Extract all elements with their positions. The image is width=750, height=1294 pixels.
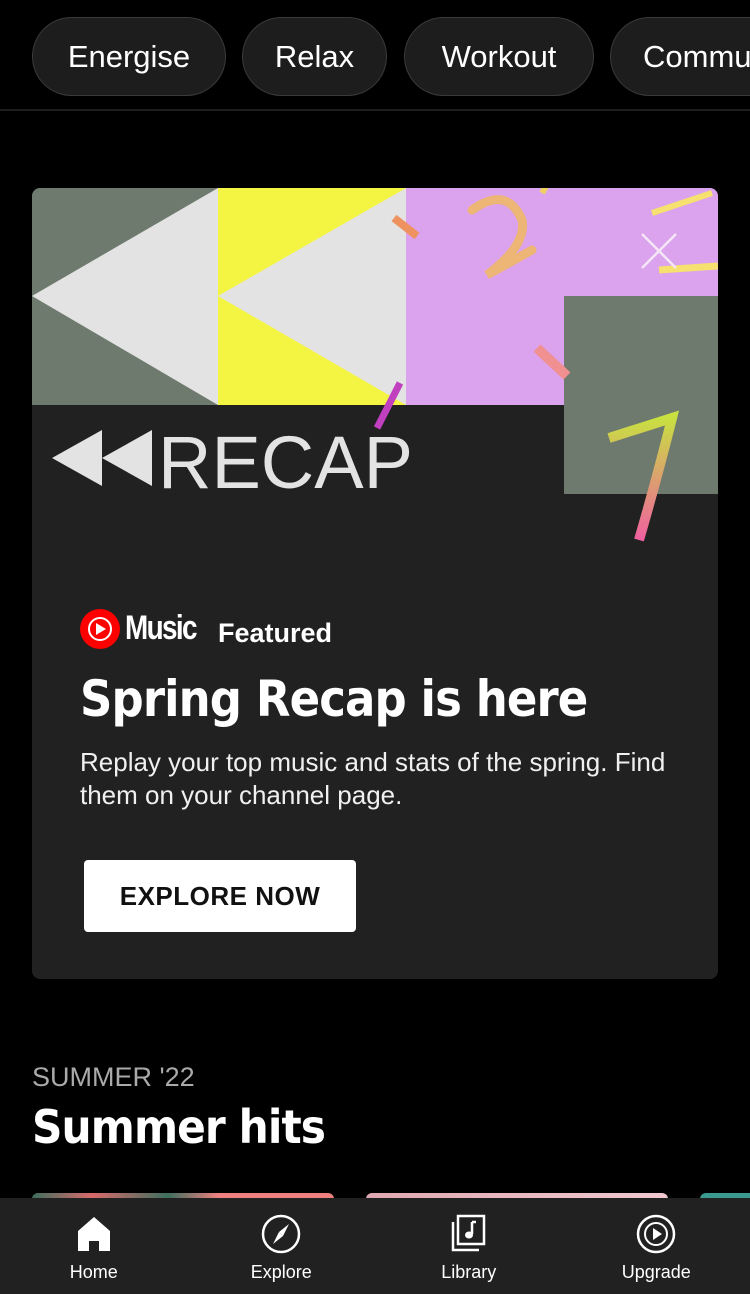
library-icon [451, 1214, 485, 1252]
explore-now-button[interactable]: EXPLORE NOW [84, 860, 356, 932]
promo-headline: Spring Recap is here [80, 670, 588, 728]
section-kicker: SUMMER '22 [32, 1062, 195, 1092]
chip-energise[interactable]: Energise [32, 17, 226, 96]
nav-library[interactable]: Library [375, 1198, 563, 1294]
nav-upgrade[interactable]: Upgrade [563, 1198, 750, 1294]
home-icon [77, 1217, 110, 1251]
upgrade-icon [637, 1214, 676, 1254]
brand-row: Music Featured [80, 608, 332, 649]
close-icon[interactable] [636, 228, 682, 274]
recap-artwork: RECAP [32, 188, 718, 548]
featured-tag: Featured [218, 618, 333, 648]
nav-home-label: Home [69, 1262, 118, 1282]
promo-card: RECAP Music Featured Spring Recap is her… [32, 188, 718, 979]
nav-explore-label: Explore [250, 1262, 312, 1282]
youtube-music-logo-icon [80, 608, 120, 649]
promo-description: Replay your top music and stats of the s… [80, 747, 666, 810]
nav-library-label: Library [441, 1262, 497, 1282]
nav-home[interactable]: Home [0, 1198, 188, 1294]
brand-name: Music [125, 609, 197, 647]
nav-upgrade-label: Upgrade [621, 1262, 691, 1282]
recap-logo-text: RECAP [158, 421, 413, 504]
mood-chips-bar: Energise Relax Workout Commute [0, 0, 750, 111]
chip-commute[interactable]: Commute [610, 17, 750, 96]
chip-workout[interactable]: Workout [404, 17, 594, 96]
compass-icon [262, 1214, 301, 1254]
nav-explore[interactable]: Explore [188, 1198, 376, 1294]
section-title: Summer hits [32, 1100, 326, 1154]
chip-relax[interactable]: Relax [242, 17, 387, 96]
bottom-nav: Home Explore Library Upgrade [0, 1198, 750, 1294]
